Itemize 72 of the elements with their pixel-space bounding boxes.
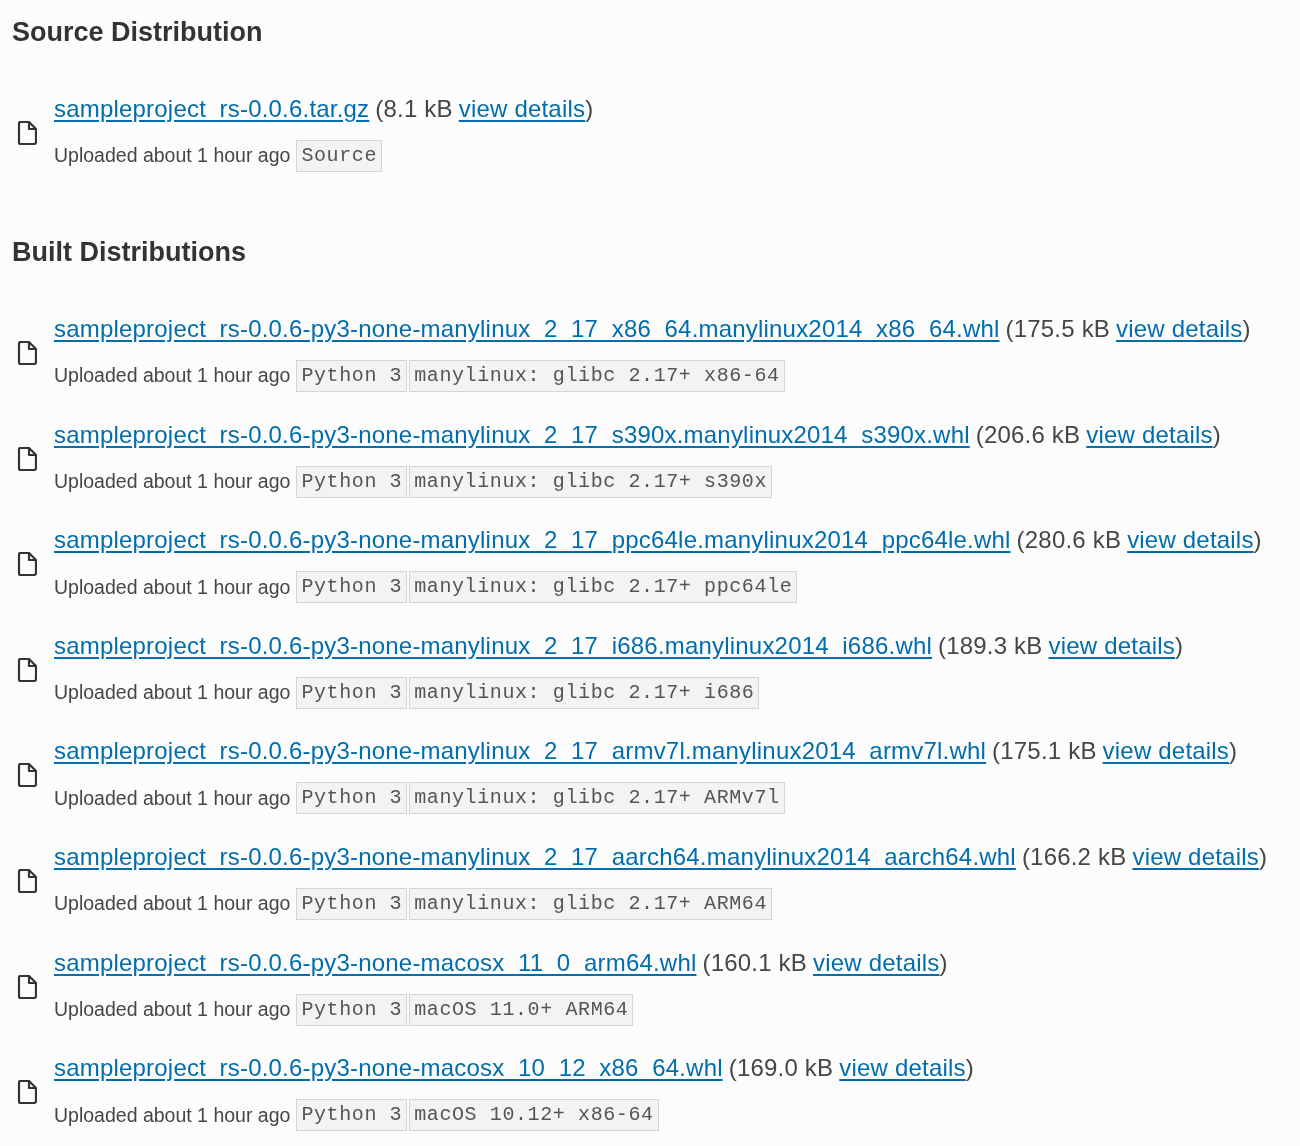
file-link[interactable]: sampleproject_rs-0.0.6-py3-none-manylinux_2_17_x86_64.manylinux2014_x86_64.whl xyxy=(54,311,1000,347)
file-link[interactable]: sampleproject_rs-0.0.6-py3-none-macosx_10_12_x86_64.whl xyxy=(54,1050,723,1087)
section-heading: Source Distribution xyxy=(11,15,264,49)
upload-time: Uploaded about 1 hour ago xyxy=(54,143,291,169)
upload-time: Uploaded about 1 hour ago xyxy=(54,891,291,917)
file-icon xyxy=(17,657,37,682)
upload-time: Uploaded about 1 hour ago xyxy=(54,1102,291,1128)
upload-time: Uploaded about 1 hour ago xyxy=(54,363,291,389)
file-link[interactable]: sampleproject_rs-0.0.6-py3-none-manylinux_2_17_s390x.manylinux2014_s390x.whl xyxy=(54,416,970,453)
view-details-link[interactable]: view details xyxy=(1132,838,1259,875)
file-size: (280.6 kB xyxy=(1016,525,1122,556)
section-heading: Built Distributions xyxy=(11,235,247,269)
closing-parenthesis: ) xyxy=(1229,736,1238,767)
file-size: (160.1 kB xyxy=(702,947,807,978)
distribution-tag: manylinux: glibc 2.17+ x86-64 xyxy=(409,360,785,392)
closing-parenthesis: ) xyxy=(585,94,594,124)
file-size: (175.1 kB xyxy=(992,736,1097,767)
closing-parenthesis: ) xyxy=(965,1053,974,1084)
closing-parenthesis: ) xyxy=(1212,419,1221,450)
distribution-tag: manylinux: glibc 2.17+ s390x xyxy=(409,465,773,498)
file-icon xyxy=(17,1080,37,1105)
file-link[interactable]: sampleproject_rs-0.0.6-py3-none-macosx_11_0_arm64.whl xyxy=(54,944,697,981)
upload-time: Uploaded about 1 hour ago xyxy=(54,468,291,494)
file-size: (169.0 kB xyxy=(728,1053,834,1084)
file-icon xyxy=(17,868,37,893)
distribution-tag: manylinux: glibc 2.17+ ppc64le xyxy=(409,571,798,604)
distribution-tag: Python 3 xyxy=(296,465,408,498)
file-size: (8.1 kB xyxy=(375,94,453,124)
view-details-link[interactable]: view details xyxy=(1048,627,1175,664)
file-size: (166.2 kB xyxy=(1021,841,1127,872)
file-icon xyxy=(17,446,37,471)
file-icon xyxy=(17,341,37,365)
distribution-tag: Python 3 xyxy=(296,360,408,392)
file-icon xyxy=(17,974,37,999)
view-details-link[interactable]: view details xyxy=(1102,733,1230,770)
upload-time: Uploaded about 1 hour ago xyxy=(54,574,291,600)
distribution-tag: manylinux: glibc 2.17+ i686 xyxy=(409,676,760,709)
closing-parenthesis: ) xyxy=(1242,314,1251,344)
file-size: (175.5 kB xyxy=(1005,314,1111,344)
distribution-tag: Python 3 xyxy=(296,887,408,920)
distribution-tag: Python 3 xyxy=(296,571,408,604)
file-icon xyxy=(17,763,37,788)
closing-parenthesis: ) xyxy=(1258,841,1268,872)
distribution-tag: Python 3 xyxy=(296,1099,408,1132)
view-details-link[interactable]: view details xyxy=(1086,416,1213,453)
file-icon xyxy=(17,121,37,145)
distribution-tag: manylinux: glibc 2.17+ ARMv7l xyxy=(409,782,785,815)
file-link[interactable]: sampleproject_rs-0.0.6-py3-none-manylinux_2_17_aarch64.manylinux2014_aarch64.whl xyxy=(54,838,1016,875)
upload-time: Uploaded about 1 hour ago xyxy=(54,785,291,811)
view-details-link[interactable]: view details xyxy=(458,91,586,127)
view-details-link[interactable]: view details xyxy=(839,1050,966,1087)
distribution-tag: Python 3 xyxy=(296,993,408,1026)
file-icon xyxy=(17,552,37,577)
file-link[interactable]: sampleproject_rs-0.0.6.tar.gz xyxy=(54,91,370,127)
distribution-tag: macOS 11.0+ ARM64 xyxy=(409,993,634,1026)
file-link[interactable]: sampleproject_rs-0.0.6-py3-none-manylinux_2_17_i686.manylinux2014_i686.whl xyxy=(54,627,932,664)
distribution-tag: Python 3 xyxy=(296,676,408,709)
file-size: (189.3 kB xyxy=(938,630,1043,661)
closing-parenthesis: ) xyxy=(939,947,948,978)
closing-parenthesis: ) xyxy=(1253,525,1262,556)
distribution-tag: manylinux: glibc 2.17+ ARM64 xyxy=(409,887,773,920)
distribution-tag: macOS 10.12+ x86-64 xyxy=(409,1099,659,1132)
upload-time: Uploaded about 1 hour ago xyxy=(54,680,291,706)
view-details-link[interactable]: view details xyxy=(1116,311,1243,347)
view-details-link[interactable]: view details xyxy=(1127,522,1254,559)
closing-parenthesis: ) xyxy=(1175,630,1184,661)
upload-time: Uploaded about 1 hour ago xyxy=(54,996,291,1022)
file-size: (206.6 kB xyxy=(975,419,1081,450)
distribution-tag: Source xyxy=(296,140,382,172)
distribution-tag: Python 3 xyxy=(296,782,408,815)
file-link[interactable]: sampleproject_rs-0.0.6-py3-none-manylinux_2_17_armv7l.manylinux2014_armv7l.whl xyxy=(54,733,987,770)
file-link[interactable]: sampleproject_rs-0.0.6-py3-none-manylinux_2_17_ppc64le.manylinux2014_ppc64le.whl xyxy=(54,522,1011,559)
